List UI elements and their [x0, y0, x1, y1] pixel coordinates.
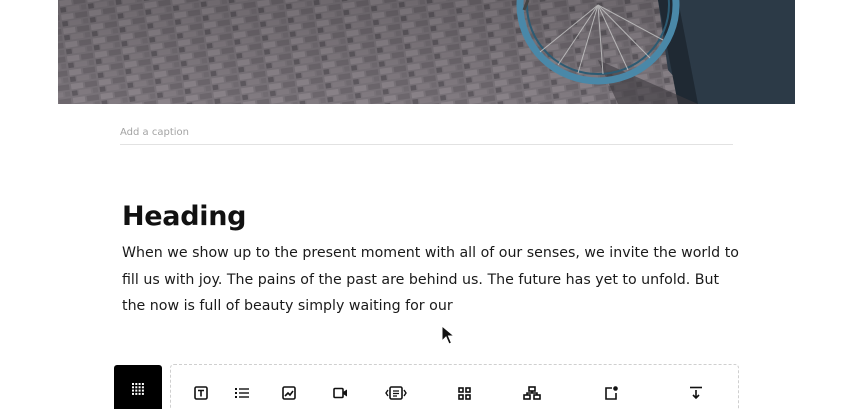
sitemap-icon	[523, 386, 541, 400]
block-inserter-toolbar	[170, 364, 739, 409]
image-block[interactable]	[58, 0, 795, 104]
photo	[58, 0, 795, 104]
caption-input[interactable]	[120, 120, 733, 145]
list-block-button[interactable]	[231, 383, 253, 403]
text-block-button[interactable]	[190, 383, 212, 403]
heading-block[interactable]: Heading	[122, 199, 246, 235]
add-block-button[interactable]	[114, 365, 162, 409]
list-icon	[235, 388, 249, 398]
grid-dots-icon	[132, 383, 144, 395]
image-icon	[282, 386, 296, 400]
video-block-button[interactable]	[329, 383, 351, 403]
insert-below-icon	[690, 386, 702, 400]
notification-box-icon	[605, 386, 618, 400]
insert-below-button[interactable]	[685, 383, 707, 403]
media-text-icon	[385, 386, 407, 400]
image-block-button[interactable]	[278, 383, 300, 403]
mouse-cursor-icon	[441, 325, 455, 345]
paragraph-block[interactable]: When we show up to the present moment wi…	[122, 240, 742, 320]
notification-block-button[interactable]	[600, 383, 622, 403]
gallery-block-button[interactable]	[453, 383, 475, 403]
gallery-grid-icon	[457, 386, 471, 400]
text-block-icon	[194, 386, 208, 400]
sitemap-block-button[interactable]	[520, 383, 544, 403]
media-text-block-button[interactable]	[383, 383, 409, 403]
video-icon	[332, 387, 347, 399]
